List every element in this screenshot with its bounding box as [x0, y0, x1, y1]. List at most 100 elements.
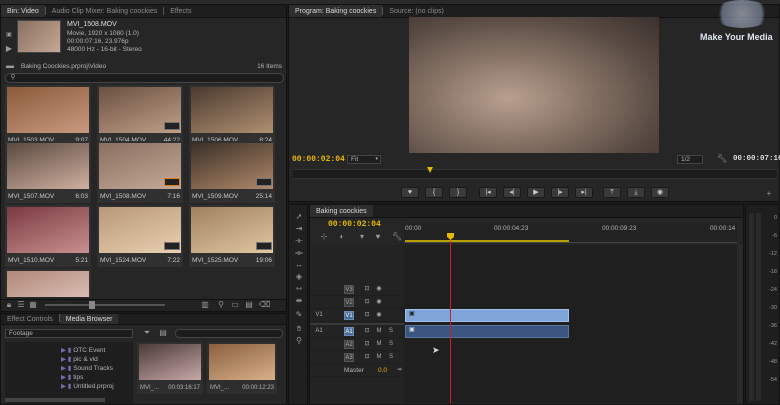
track-target-toggle[interactable]: V2 [344, 298, 354, 307]
step-forward-button[interactable]: |▸ [551, 187, 569, 198]
clip-item-3[interactable]: MVI_1506.MOV 8:24 [189, 85, 275, 147]
poster-frame-icon[interactable]: ▣ [5, 31, 13, 39]
sync-lock-icon[interactable]: ⊡ [362, 353, 372, 362]
program-timecode[interactable]: 00:00:02:04 [292, 155, 345, 164]
solo-toggle[interactable]: S [386, 327, 396, 336]
sync-lock-icon[interactable]: ⊡ [362, 285, 372, 294]
bin-search-input[interactable] [5, 73, 284, 83]
sync-lock-icon[interactable]: ⊡ [362, 311, 372, 320]
resolution-dropdown[interactable]: 1/2 [677, 155, 703, 164]
icon-view-icon[interactable]: ▦ [29, 301, 37, 309]
eye-icon[interactable]: ◉ [374, 298, 384, 307]
tab-program[interactable]: Program: Baking coockies [289, 5, 383, 17]
mute-toggle[interactable]: M [374, 353, 384, 362]
selection-tool-icon[interactable]: ➚ [294, 213, 304, 221]
go-to-out-button[interactable]: ▸| [575, 187, 593, 198]
track-select-tool-icon[interactable]: ⇥ [294, 225, 304, 233]
tree-item[interactable]: ▶ ▮ tips [61, 373, 83, 381]
clip-item-5[interactable]: MVI_1508.MOV 7:16 [97, 141, 183, 203]
mute-toggle[interactable]: M [374, 340, 384, 349]
tab-effects[interactable]: Effects [164, 5, 197, 17]
media-item-2[interactable]: MVI_... 00:00:12:23 [207, 342, 277, 394]
rate-stretch-tool-icon[interactable]: ↔ [294, 261, 304, 269]
track-target-toggle[interactable]: A2 [344, 340, 354, 349]
track-target-toggle[interactable]: A3 [344, 353, 354, 362]
program-scrub-bar[interactable] [293, 169, 777, 179]
rolling-edit-tool-icon[interactable]: ⟚ [294, 249, 304, 257]
find-icon[interactable]: ⚲ [217, 301, 225, 309]
sync-lock-icon[interactable]: ⊡ [362, 340, 372, 349]
automate-icon[interactable]: ▥ [201, 301, 209, 309]
go-to-in-button[interactable]: |◂ [479, 187, 497, 198]
hand-tool-icon[interactable]: ✋︎ [294, 325, 304, 333]
track-target-toggle[interactable]: V3 [344, 285, 354, 294]
tab-media-browser[interactable]: Media Browser [59, 314, 119, 324]
slide-tool-icon[interactable]: ⇼ [294, 297, 304, 305]
ripple-edit-tool-icon[interactable]: ⟛ [294, 237, 304, 245]
mark-out-button[interactable]: } [449, 187, 467, 198]
step-back-button[interactable]: ◂| [503, 187, 521, 198]
view-toggle-icon[interactable]: ▤ [159, 329, 167, 337]
clip-item-8[interactable]: MVI_1524.MOV 7:22 [97, 205, 183, 267]
eye-icon[interactable]: ◉ [374, 311, 384, 320]
solo-toggle[interactable]: S [386, 340, 396, 349]
master-end-icon[interactable]: ⇥ [394, 366, 404, 375]
fit-dropdown[interactable]: Fit ▾ [347, 155, 381, 164]
mark-in-button[interactable]: { [425, 187, 443, 198]
linked-selection-icon[interactable]: ◐ [338, 233, 346, 241]
clip-item-1[interactable]: MVI_1503.MOV 9:07 [5, 85, 91, 147]
tree-item[interactable]: ▶ ▮ Sound Tracks [61, 364, 113, 372]
tab-bin-video[interactable]: Bin: Video [1, 5, 45, 17]
add-button-icon[interactable]: + [765, 190, 773, 198]
tree-item[interactable]: ▶ ▮ pic & vid [61, 355, 98, 363]
tab-sequence[interactable]: Baking coockies [310, 205, 373, 217]
clip-area[interactable] [404, 245, 737, 403]
tab-effect-controls[interactable]: Effect Controls [1, 314, 59, 324]
clip-item-4[interactable]: MVI_1507.MOV 6:03 [5, 141, 91, 203]
tab-audio-clip-mixer[interactable]: Audio Clip Mixer: Baking coockies [46, 5, 163, 17]
export-frame-button[interactable]: ◉ [651, 187, 669, 198]
tree-item[interactable]: ▶ ▮ OTC Event [61, 346, 105, 354]
tree-scrollbar[interactable] [5, 398, 105, 402]
clip-preview-thumb[interactable] [17, 20, 61, 53]
clip-item-10[interactable] [5, 269, 91, 297]
track-target-toggle[interactable]: V1 [344, 311, 354, 320]
new-bin-icon[interactable]: ▭ [231, 301, 239, 309]
extract-button[interactable]: ⤓ [627, 187, 645, 198]
snap-icon[interactable]: ⊹ [320, 233, 328, 241]
clip-item-6[interactable]: MVI_1509.MOV 25:14 [189, 141, 275, 203]
slip-tool-icon[interactable]: ⇿ [294, 285, 304, 293]
eye-icon[interactable]: ◉ [374, 285, 384, 294]
marker-icon[interactable]: ♥ [374, 233, 382, 241]
wrench-icon[interactable]: 🔧︎ [717, 155, 727, 163]
footage-dropdown[interactable]: Footage [5, 329, 133, 338]
sync-lock-icon[interactable]: ⊡ [362, 298, 372, 307]
razor-tool-icon[interactable]: ◈ [294, 273, 304, 281]
tree-item[interactable]: ▶ ▮ Untitled.prproj [61, 382, 114, 390]
track-target-toggle[interactable]: A1 [344, 327, 354, 336]
timeline-timecode[interactable]: 00:00:02:04 [328, 220, 381, 229]
timeline-vscrollbar[interactable] [737, 245, 743, 403]
solo-toggle[interactable]: S [386, 353, 396, 362]
lock-icon[interactable]: 🔒︎ [5, 301, 13, 309]
master-volume[interactable]: 0.0 [378, 367, 387, 374]
zoom-tool-icon[interactable]: ⚲ [294, 337, 304, 345]
clip-item-9[interactable]: MVI_1525.MOV 19:06 [189, 205, 275, 267]
pen-tool-icon[interactable]: ✎ [294, 311, 304, 319]
list-view-icon[interactable]: ☰ [17, 301, 25, 309]
add-marker-icon[interactable]: ▾ [358, 233, 366, 241]
sync-lock-icon[interactable]: ⊡ [362, 327, 372, 336]
clip-item-2[interactable]: MVI_1504.MOV 44:22 [97, 85, 183, 147]
source-patch-a1[interactable]: A1 [314, 327, 324, 336]
mute-toggle[interactable]: M [374, 327, 384, 336]
clear-icon[interactable]: ⌫ [259, 301, 270, 309]
filter-icon[interactable]: ⏷ [143, 329, 151, 337]
work-area-bar[interactable] [405, 240, 569, 242]
audio-clip-a1[interactable]: ▣ [405, 325, 569, 338]
zoom-slider[interactable] [45, 301, 165, 309]
tab-source[interactable]: Source: (no clips) [383, 5, 449, 17]
video-clip-v1[interactable]: ▣ [405, 309, 569, 322]
source-patch-v1[interactable]: V1 [314, 311, 324, 320]
media-item-1[interactable]: MVI_... 00:03:16:17 [137, 342, 203, 394]
add-marker-button[interactable]: ♥ [401, 187, 419, 198]
